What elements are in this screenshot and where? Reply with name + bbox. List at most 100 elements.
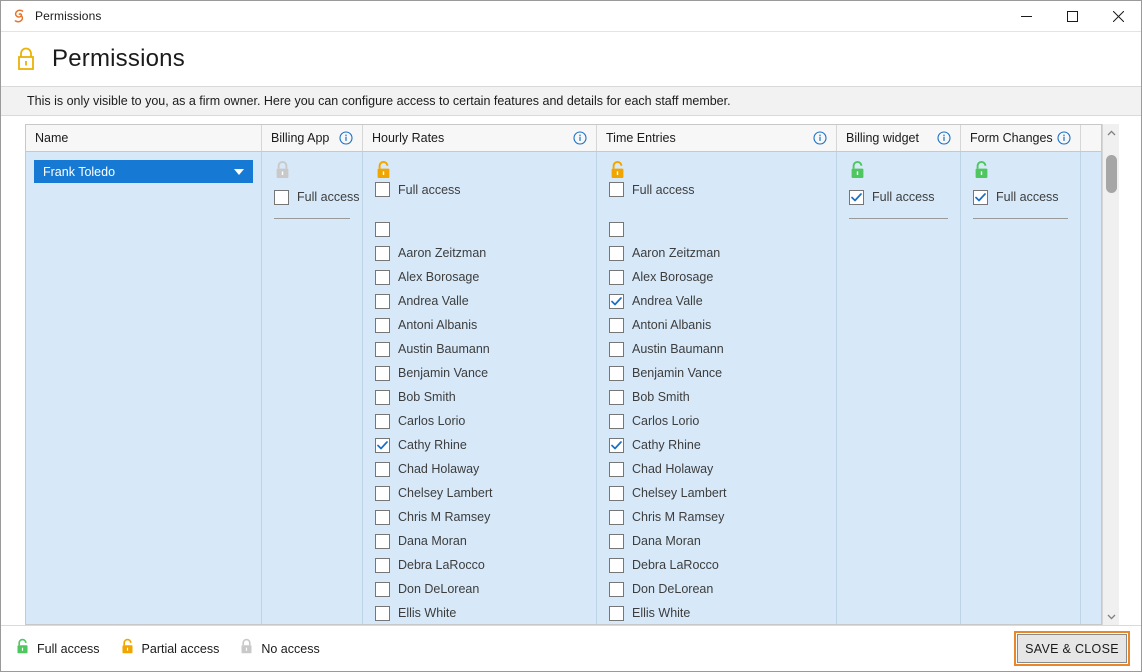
list-item[interactable]: Chris M Ramsey [375,505,596,529]
staff-checkbox[interactable] [609,557,624,573]
list-item[interactable]: Chad Holaway [375,457,596,481]
staff-checkbox[interactable] [609,533,624,549]
staff-checkbox[interactable] [375,605,390,621]
list-item[interactable]: Bob Smith [375,385,596,409]
column-header-form-changes[interactable]: Form Changes [961,125,1081,151]
list-item[interactable]: Alex Borosage [609,265,836,289]
list-item[interactable] [609,218,836,241]
staff-checkbox[interactable] [609,317,624,333]
staff-checkbox[interactable] [609,293,624,309]
staff-checkbox[interactable] [609,222,624,237]
staff-checkbox[interactable] [375,533,390,549]
list-item[interactable]: Antoni Albanis [375,313,596,337]
staff-checkbox[interactable] [609,485,624,501]
staff-checkbox[interactable] [375,222,390,237]
staff-checkbox[interactable] [375,269,390,285]
list-item[interactable]: Don DeLorean [609,577,836,601]
list-item[interactable]: Cathy Rhine [375,433,596,457]
scroll-up-button[interactable] [1103,124,1120,141]
staff-checkbox[interactable] [375,389,390,405]
info-icon[interactable] [937,131,951,145]
list-item[interactable]: Benjamin Vance [375,361,596,385]
full-access-checkbox[interactable] [609,182,624,197]
list-item[interactable]: Don DeLorean [375,577,596,601]
full-access-row-hourly-rates[interactable]: Full access [375,182,596,197]
staff-checkbox[interactable] [375,509,390,525]
list-item[interactable]: Dana Moran [609,529,836,553]
staff-checkbox[interactable] [375,413,390,429]
list-item[interactable]: Aaron Zeitzman [609,241,836,265]
list-item[interactable]: Austin Baumann [609,337,836,361]
staff-checkbox[interactable] [609,341,624,357]
staff-checkbox[interactable] [609,365,624,381]
column-header-name[interactable]: Name [26,125,262,151]
list-item[interactable]: Chad Holaway [609,457,836,481]
list-item[interactable]: Ellis White [375,601,596,624]
staff-checkbox[interactable] [609,269,624,285]
full-access-row-time-entries[interactable]: Full access [609,182,836,197]
full-access-row-billing-app[interactable]: Full access [274,186,362,208]
save-and-close-button[interactable]: SAVE & CLOSE [1014,631,1130,666]
staff-checkbox[interactable] [609,605,624,621]
staff-checkbox[interactable] [609,413,624,429]
list-item[interactable]: Bob Smith [609,385,836,409]
staff-name-label: Debra LaRocco [398,558,485,572]
full-access-row-billing-widget[interactable]: Full access [849,186,960,208]
staff-checkbox[interactable] [375,557,390,573]
info-icon[interactable] [813,131,827,145]
list-item[interactable]: Carlos Lorio [609,409,836,433]
minimize-button[interactable] [1003,1,1049,32]
list-item[interactable]: Debra LaRocco [375,553,596,577]
list-item[interactable] [375,218,596,241]
staff-checkbox[interactable] [375,461,390,477]
list-item[interactable]: Austin Baumann [375,337,596,361]
staff-checkbox[interactable] [609,581,624,597]
full-access-checkbox[interactable] [973,189,988,205]
staff-checkbox[interactable] [375,581,390,597]
list-item[interactable]: Benjamin Vance [609,361,836,385]
staff-checkbox[interactable] [609,245,624,261]
staff-checkbox[interactable] [375,341,390,357]
staff-checkbox[interactable] [375,317,390,333]
staff-checkbox[interactable] [375,365,390,381]
list-item[interactable]: Aaron Zeitzman [375,241,596,265]
list-item[interactable]: Ellis White [609,601,836,624]
scrollbar-track[interactable] [1103,141,1120,608]
list-item[interactable]: Dana Moran [375,529,596,553]
column-header-time-entries[interactable]: Time Entries [597,125,837,151]
full-access-row-form-changes[interactable]: Full access [973,186,1080,208]
list-item[interactable]: Chris M Ramsey [609,505,836,529]
list-item[interactable]: Antoni Albanis [609,313,836,337]
staff-checkbox[interactable] [375,245,390,261]
staff-checkbox[interactable] [609,389,624,405]
staff-checkbox[interactable] [375,485,390,501]
staff-checkbox[interactable] [609,509,624,525]
list-item[interactable]: Alex Borosage [375,265,596,289]
maximize-button[interactable] [1049,1,1095,32]
vertical-scrollbar[interactable] [1102,124,1119,625]
column-header-billing-widget[interactable]: Billing widget [837,125,961,151]
staff-checkbox[interactable] [375,437,390,453]
close-button[interactable] [1095,1,1141,32]
list-item[interactable]: Andrea Valle [375,289,596,313]
full-access-checkbox[interactable] [274,189,289,205]
full-access-checkbox[interactable] [375,182,390,197]
list-item[interactable]: Andrea Valle [609,289,836,313]
info-icon[interactable] [1057,131,1071,145]
column-header-billing-app[interactable]: Billing App [262,125,363,151]
column-header-hourly-rates[interactable]: Hourly Rates [363,125,597,151]
info-icon[interactable] [339,131,353,145]
staff-checkbox[interactable] [609,461,624,477]
staff-select-dropdown[interactable]: Frank Toledo [34,160,253,183]
full-access-checkbox[interactable] [849,189,864,205]
list-item[interactable]: Carlos Lorio [375,409,596,433]
staff-checkbox[interactable] [375,293,390,309]
info-icon[interactable] [573,131,587,145]
list-item[interactable]: Debra LaRocco [609,553,836,577]
scrollbar-thumb[interactable] [1105,155,1117,193]
list-item[interactable]: Chelsey Lambert [609,481,836,505]
list-item[interactable]: Cathy Rhine [609,433,836,457]
list-item[interactable]: Chelsey Lambert [375,481,596,505]
scroll-down-button[interactable] [1103,608,1120,625]
staff-checkbox[interactable] [609,437,624,453]
